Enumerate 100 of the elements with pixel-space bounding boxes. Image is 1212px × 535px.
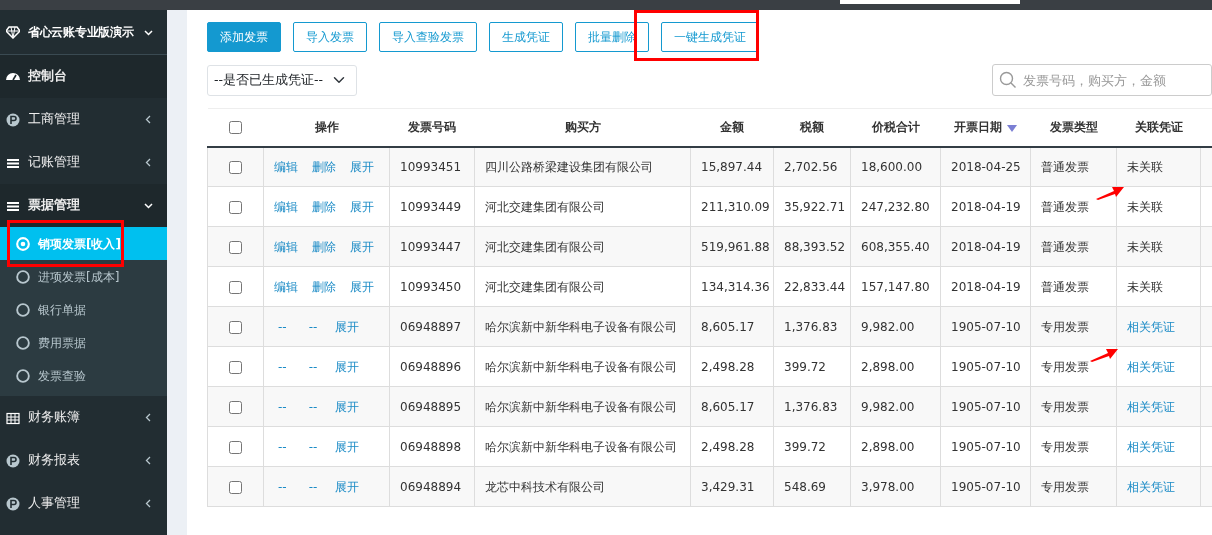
toolbar-button[interactable]: 导入查验发票 [379, 22, 477, 52]
action-link[interactable]: 展开 [335, 359, 360, 374]
row-checkbox[interactable] [229, 160, 242, 174]
placeholder-dash: -- [308, 399, 318, 414]
voucher-status: 未关联 [1127, 239, 1163, 254]
action-link[interactable]: 删除 [312, 159, 336, 174]
voucher-status: 未关联 [1127, 279, 1163, 294]
table-cell: 2018-04-19 [940, 266, 1031, 307]
row-checkbox[interactable] [229, 240, 242, 254]
table-cell: 2018-04-19 [940, 186, 1031, 227]
row-checkbox[interactable] [229, 360, 242, 374]
table-cell: 608,355.40 [850, 226, 941, 267]
sidebar-item[interactable]: 票据管理 [0, 184, 167, 227]
table-cell: 1,376.83 [773, 386, 851, 427]
annotation-arrow [1090, 347, 1118, 362]
select-all-checkbox[interactable] [229, 121, 242, 135]
sidebar-item[interactable]: 财务报表 [0, 439, 167, 482]
search-icon [999, 71, 1017, 89]
table-cell: 399.72 [773, 426, 851, 467]
table-cell: 548.69 [773, 466, 851, 507]
sidebar-subitem[interactable]: 销项发票[收入] [0, 227, 167, 260]
action-link[interactable]: 展开 [350, 159, 374, 174]
action-link[interactable]: 编辑 [274, 239, 298, 254]
sidebar-item[interactable]: 财务账簿 [0, 396, 167, 439]
table-cell: 哈尔滨新中新华科电子设备有限公司 [474, 306, 691, 347]
action-link[interactable]: 删除 [312, 239, 336, 254]
voucher-filter-select[interactable]: --是否已生成凭证-- [207, 64, 357, 96]
row-checkbox[interactable] [229, 320, 242, 334]
table-cell: 2018-04-19 [940, 226, 1031, 267]
table-cell: 157,147.80 [850, 266, 941, 307]
table-cell: 普通发票 [1030, 226, 1117, 267]
p-circle-icon [6, 112, 20, 127]
action-link[interactable]: 展开 [335, 399, 360, 414]
action-link[interactable]: 展开 [335, 439, 360, 454]
column-header: 价税合计 [871, 120, 920, 135]
sidebar-subitem[interactable]: 费用票据 [0, 326, 167, 359]
add-button[interactable]: 添加发票 [207, 22, 281, 52]
table-cell: 06948894 [389, 466, 475, 507]
toolbar-button[interactable]: 导入发票 [293, 22, 367, 52]
radio-icon [16, 302, 30, 317]
row-checkbox[interactable] [229, 480, 242, 494]
column-header: 关联凭证 [1134, 120, 1183, 135]
table-cell: 9,982.00 [850, 386, 941, 427]
action-link[interactable]: 删除 [312, 199, 336, 214]
sidebar-item[interactable]: 工商管理 [0, 98, 167, 141]
table-cell: 3,978.00 [850, 466, 941, 507]
row-checkbox[interactable] [229, 280, 242, 294]
placeholder-dash: -- [308, 359, 318, 374]
table-cell: 2,498.28 [690, 426, 774, 467]
column-header: 开票日期 [954, 120, 1003, 135]
search-field[interactable]: 发票号码，购买方，金额 [992, 64, 1212, 96]
voucher-status: 未关联 [1127, 199, 1163, 214]
table-cell: 1,376.83 [773, 306, 851, 347]
placeholder-dash: -- [278, 479, 287, 494]
table-cell: 06948895 [389, 386, 475, 427]
action-link[interactable]: 编辑 [274, 159, 298, 174]
row-checkbox[interactable] [229, 200, 242, 214]
sidebar-subitem[interactable]: 银行单据 [0, 293, 167, 326]
table-cell: 06948898 [389, 426, 475, 467]
sidebar-item[interactable]: 人事管理 [0, 482, 167, 525]
annotation-arrow [1096, 185, 1124, 200]
sidebar-item[interactable]: 记账管理 [0, 141, 167, 184]
table-cell: 河北交建集团有限公司 [474, 226, 691, 267]
placeholder-dash: -- [308, 439, 318, 454]
action-link[interactable]: 编辑 [274, 199, 298, 214]
table-cell: 35,922.71 [773, 186, 851, 227]
table-cell: 专用发票 [1030, 426, 1117, 467]
table-cell: 2,898.00 [850, 426, 941, 467]
placeholder-dash: -- [278, 399, 287, 414]
action-link[interactable]: 删除 [312, 279, 336, 294]
sidebar-subitem[interactable]: 进项发票[成本] [0, 260, 167, 293]
action-link[interactable]: 展开 [350, 239, 374, 254]
row-checkbox[interactable] [229, 440, 242, 454]
table-cell: 134,314.36 [690, 266, 774, 307]
table-cell: 22,833.44 [773, 266, 851, 307]
table-cell: 1905-07-10 [940, 386, 1031, 427]
table-cell: 普通发票 [1030, 266, 1117, 307]
table-cell: 2,498.28 [690, 346, 774, 387]
column-header: 发票号码 [408, 120, 456, 135]
top-search-field[interactable] [840, 0, 1020, 4]
sidebar-subitem[interactable]: 发票查验 [0, 359, 167, 392]
table-cell: 2,702.56 [773, 146, 851, 187]
radio-icon [16, 335, 30, 350]
action-link[interactable]: 编辑 [274, 279, 298, 294]
table-cell: 1905-07-10 [940, 426, 1031, 467]
table-cell: 2,898.00 [850, 346, 941, 387]
action-link[interactable]: 展开 [335, 479, 360, 494]
row-checkbox[interactable] [229, 400, 242, 414]
action-link[interactable]: 展开 [350, 199, 374, 214]
table-cell: 2018-04-25 [940, 146, 1031, 187]
table-cell: 1905-07-10 [940, 306, 1031, 347]
table-cell: 06948897 [389, 306, 475, 347]
placeholder-dash: -- [308, 319, 318, 334]
action-link[interactable]: 展开 [350, 279, 374, 294]
table-cell: 专用发票 [1030, 386, 1117, 427]
table-cell: 211,310.09 [690, 186, 774, 227]
toolbar-button[interactable]: 一键生成凭证 [661, 22, 759, 52]
toolbar-button[interactable]: 生成凭证 [489, 22, 563, 52]
sidebar-item[interactable]: 控制台 [0, 55, 167, 98]
action-link[interactable]: 展开 [335, 319, 360, 334]
